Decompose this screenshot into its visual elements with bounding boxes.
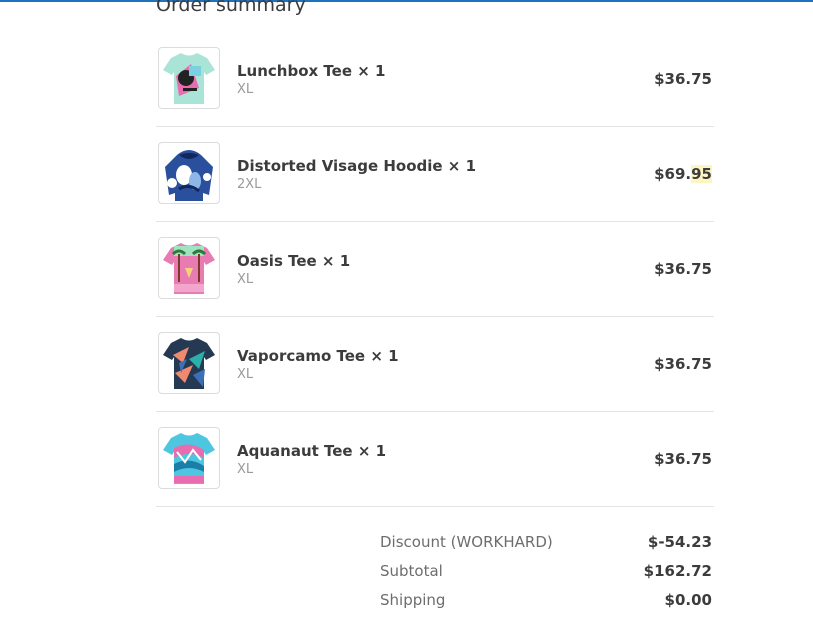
item-price: $36.75 xyxy=(654,355,712,373)
item-price: $36.75 xyxy=(654,450,712,468)
discount-value: $-54.23 xyxy=(647,533,712,551)
tshirt-oasis-icon xyxy=(158,237,220,299)
checkout-page: Order summary Lunchbox Tee × 1 XL $36.75 xyxy=(0,0,813,612)
subtotal-label: Subtotal xyxy=(380,562,443,580)
item-name: Aquanaut Tee × 1 xyxy=(237,442,387,460)
subtotal-value: $162.72 xyxy=(643,562,712,580)
tshirt-aquanaut-icon xyxy=(158,427,220,489)
item-variant: XL xyxy=(237,82,254,97)
tshirt-lunchbox-icon xyxy=(158,47,220,109)
list-item: Aquanaut Tee × 1 XL $36.75 xyxy=(156,412,714,507)
item-name: Vaporcamo Tee × 1 xyxy=(237,347,399,365)
subtotal-row: Subtotal $162.72 xyxy=(380,562,714,591)
list-item: Oasis Tee × 1 XL $36.75 xyxy=(156,222,714,317)
discount-row: Discount (WORKHARD) $-54.23 xyxy=(380,533,714,562)
item-price: $36.75 xyxy=(654,70,712,88)
item-name: Distorted Visage Hoodie × 1 xyxy=(237,157,477,175)
hoodie-distorted-visage-icon xyxy=(158,142,220,204)
item-variant: XL xyxy=(237,367,254,382)
top-accent-bar xyxy=(0,0,813,2)
list-item: Distorted Visage Hoodie × 1 2XL $69.95 xyxy=(156,127,714,222)
item-price: $69.95 xyxy=(654,165,712,183)
discount-label: Discount (WORKHARD) xyxy=(380,533,553,551)
price-highlight: 95 xyxy=(691,165,712,183)
item-price: $36.75 xyxy=(654,260,712,278)
shipping-row: Shipping $0.00 xyxy=(380,591,714,620)
order-summary-heading: Order summary xyxy=(156,0,306,16)
price-main: $69. xyxy=(654,165,692,183)
item-name: Lunchbox Tee × 1 xyxy=(237,62,386,80)
list-item: Lunchbox Tee × 1 XL $36.75 xyxy=(156,32,714,127)
item-variant: XL xyxy=(237,272,254,287)
shipping-value: $0.00 xyxy=(664,591,712,609)
order-items-list: Lunchbox Tee × 1 XL $36.75 Distorted Vis… xyxy=(156,32,714,507)
order-totals: Discount (WORKHARD) $-54.23 Subtotal $16… xyxy=(380,533,714,620)
shipping-label: Shipping xyxy=(380,591,446,609)
tshirt-vaporcamo-icon xyxy=(158,332,220,394)
item-variant: 2XL xyxy=(237,177,262,192)
item-variant: XL xyxy=(237,462,254,477)
list-item: Vaporcamo Tee × 1 XL $36.75 xyxy=(156,317,714,412)
item-name: Oasis Tee × 1 xyxy=(237,252,351,270)
